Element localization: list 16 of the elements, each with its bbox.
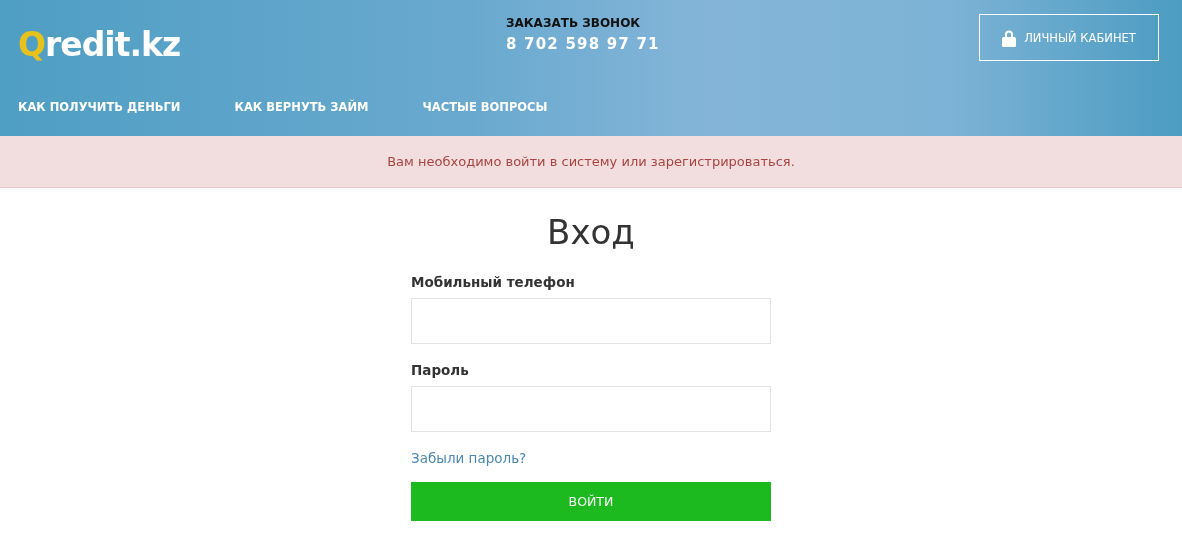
page-title: Вход [547,212,635,252]
field-label: Мобильный телефон [411,274,576,290]
alert-message: Вам необходимо войти в систему или зарегистрироваться. [387,154,795,169]
phone-number: 8 702 598 97 71 [506,35,660,53]
field-label: Пароль [411,362,470,378]
nav-link[interactable]: ЧАСТЫЕ ВОПРОСЫ [422,100,548,114]
callback-link[interactable]: ЗАКАЗАТЬ ЗВОНОК [506,15,660,32]
logo[interactable]: Qredit.kz [18,27,338,63]
login-button[interactable]: ВОЙТИ [411,482,771,521]
forgot-password-link[interactable]: Забыли пароль? [411,450,771,466]
input-field[interactable] [411,386,771,432]
input-field[interactable] [411,298,771,344]
nav-link[interactable]: КАК ПОЛУЧИТЬ ДЕНЬГИ [18,100,181,114]
nav-link[interactable]: КАК ВЕРНУТЬ ЗАЙМ [234,100,369,114]
account-button[interactable]: ЛИЧНЫЙ КАБИНЕТ [979,14,1159,61]
lock-icon [1002,28,1017,47]
